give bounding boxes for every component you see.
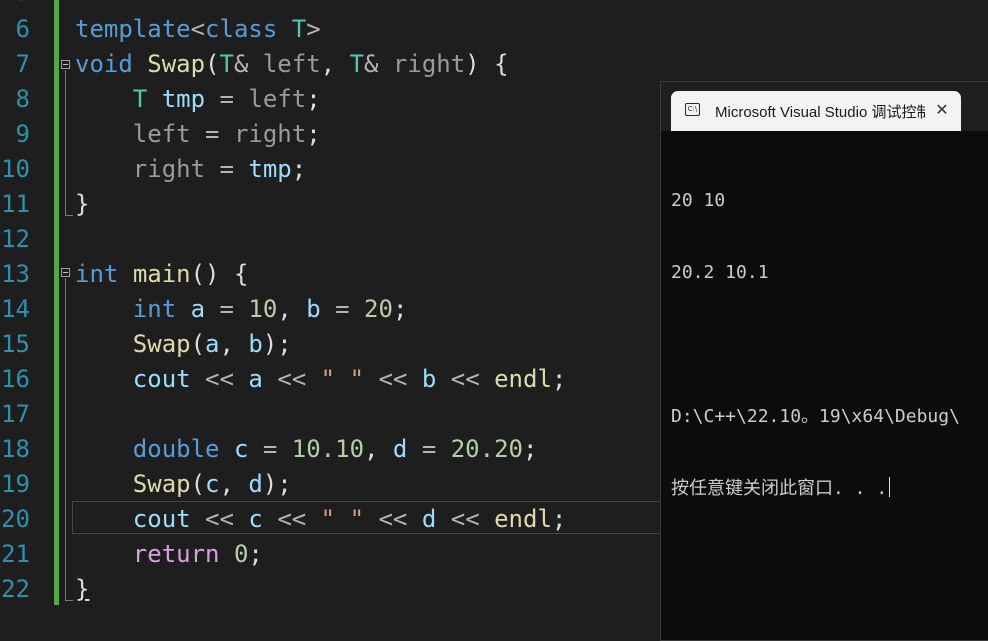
console-tab[interactable]: C:\ Microsoft Visual Studio 调试控制台 ✕ [671, 91, 961, 131]
console-prompt-text: 按任意键关闭此窗口. . . [671, 478, 888, 499]
line-number: 15 [1, 330, 30, 358]
console-line: D:\C++\22.10。19\x64\Debug\ [671, 406, 960, 427]
line-number: 10 [1, 155, 30, 183]
code-line: 6 template<class T> [0, 12, 988, 47]
terminal-icon: C:\ [685, 103, 700, 116]
line-number: 20 [1, 505, 30, 533]
line-number: 8 [15, 85, 30, 113]
console-tab-title: Microsoft Visual Studio 调试控制台 [715, 104, 925, 121]
console-line-prompt: 按任意键关闭此窗口. . . [671, 477, 988, 501]
line-number: 22 [1, 575, 30, 603]
line-number: 16 [1, 365, 30, 393]
line-number: 12 [1, 225, 30, 253]
line-number: 14 [1, 295, 30, 323]
console-line: 20 10 [671, 190, 726, 211]
line-number: 7 [15, 50, 30, 78]
console-output: 20 10 20.2 10.1 D:\C++\22.10。19\x64\Debu… [671, 141, 988, 549]
code-line: 5 [0, 0, 988, 10]
code-line: 7 void Swap(T& left, T& right) { [0, 47, 988, 82]
line-number: 6 [15, 15, 30, 43]
line-number: 17 [1, 400, 30, 428]
console-titlebar[interactable]: C:\ Microsoft Visual Studio 调试控制台 ✕ [661, 82, 988, 131]
line-number: 19 [1, 470, 30, 498]
line-number: 13 [1, 260, 30, 288]
console-window[interactable]: C:\ Microsoft Visual Studio 调试控制台 ✕ 20 1… [660, 81, 988, 641]
line-number: 11 [1, 190, 30, 218]
line-number: 9 [15, 120, 30, 148]
line-number: 21 [1, 540, 30, 568]
line-number: 18 [1, 435, 30, 463]
close-icon[interactable]: ✕ [933, 100, 951, 120]
text-cursor [889, 477, 891, 497]
console-line: 20.2 10.1 [671, 262, 769, 283]
